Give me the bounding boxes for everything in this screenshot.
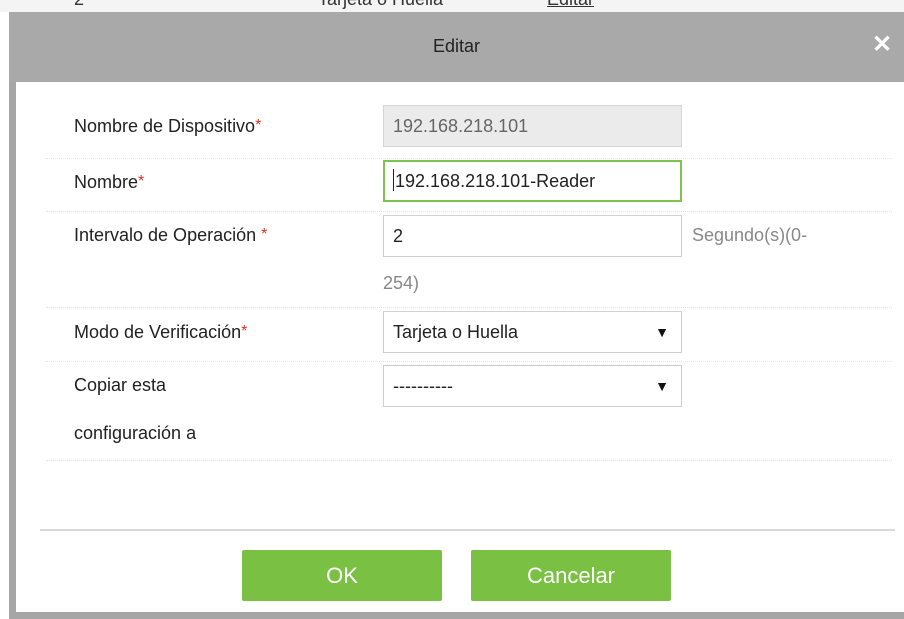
verification-mode-label-text: Modo de Verificación [74,322,242,342]
operation-interval-label: Intervalo de Operación * [74,221,267,249]
background-cell-mode: Tarjeta o Huella [318,0,443,10]
background-edit-link[interactable]: Editar [547,0,594,10]
footer-divider [40,529,895,531]
dialog-titlebar[interactable]: Editar ✕ [9,12,904,82]
copy-config-selected: ---------- [393,376,453,396]
required-marker: * [241,323,248,340]
chevron-down-icon: ▼ [655,378,669,394]
row-divider [46,361,892,362]
operation-interval-input[interactable]: 2 [383,215,682,257]
row-divider [46,158,892,159]
name-input-value: 192.168.218.101-Reader [395,171,596,191]
required-marker: * [255,117,262,134]
verification-mode-select[interactable]: Tarjeta o Huella ▼ [383,311,682,353]
ok-button[interactable]: OK [242,550,442,601]
name-label-text: Nombre [74,172,139,192]
device-name-label-text: Nombre de Dispositivo [74,116,256,136]
row-divider [46,211,892,212]
name-input[interactable]: 192.168.218.101-Reader [383,160,682,202]
dialog-title: Editar [432,36,481,56]
row-divider [46,307,892,308]
copy-config-label-line1: Copiar esta [74,375,167,395]
device-name-label: Nombre de Dispositivo* [74,112,261,140]
interval-hint-line2: 254) [383,273,420,293]
required-marker: * [138,173,145,190]
verification-mode-selected: Tarjeta o Huella [393,322,519,342]
row-divider [46,460,892,461]
edit-dialog: Editar ✕ Nombre de Dispositivo* 192.168.… [9,12,904,619]
name-label: Nombre* [74,168,144,196]
close-icon[interactable]: ✕ [871,33,893,57]
background-table-row: 2 Tarjeta o Huella Editar [0,0,904,12]
copy-config-select[interactable]: ---------- ▼ [383,365,682,407]
dialog-body: Nombre de Dispositivo* 192.168.218.101 N… [16,82,904,612]
copy-config-label-line2: configuración a [74,423,197,443]
operation-interval-label-text: Intervalo de Operación [74,225,262,245]
text-caret [393,169,394,192]
verification-mode-label: Modo de Verificación* [74,318,247,346]
background-cell-index: 2 [74,0,84,10]
device-name-field: 192.168.218.101 [383,105,682,147]
interval-hint-line1: Segundo(s)(0- [692,225,808,245]
chevron-down-icon: ▼ [655,324,669,340]
required-marker: * [261,226,268,243]
cancel-button[interactable]: Cancelar [471,550,671,601]
